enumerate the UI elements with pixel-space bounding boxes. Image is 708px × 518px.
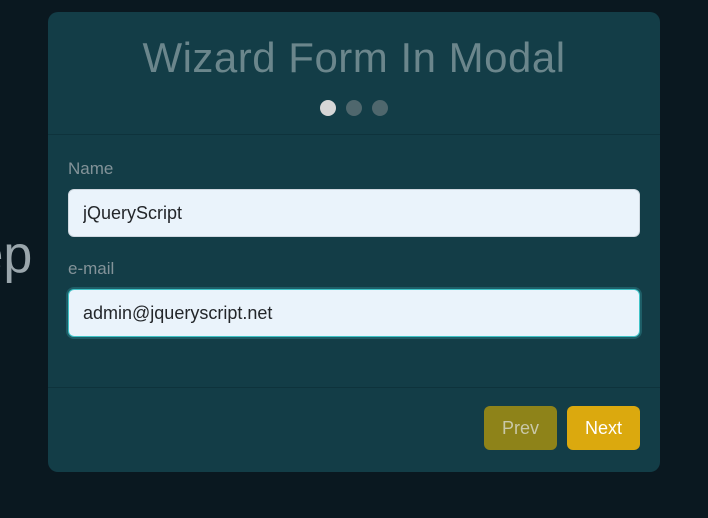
name-label: Name (68, 159, 640, 179)
step-dot-2[interactable] (346, 100, 362, 116)
name-input[interactable] (68, 189, 640, 237)
modal-footer: Prev Next (48, 388, 660, 472)
step-dot-1[interactable] (320, 100, 336, 116)
prev-button[interactable]: Prev (484, 406, 557, 450)
wizard-modal: Wizard Form In Modal Name e-mail Prev Ne… (48, 12, 660, 472)
modal-title: Wizard Form In Modal (68, 34, 640, 82)
email-label: e-mail (68, 259, 640, 279)
form-group-email: e-mail (68, 259, 640, 337)
step-indicator (68, 100, 640, 116)
next-button[interactable]: Next (567, 406, 640, 450)
email-input[interactable] (68, 289, 640, 337)
step-dot-3[interactable] (372, 100, 388, 116)
form-group-name: Name (68, 159, 640, 237)
modal-header: Wizard Form In Modal (48, 12, 660, 134)
background-partial-text: tep (0, 225, 32, 285)
modal-body: Name e-mail (48, 135, 660, 387)
